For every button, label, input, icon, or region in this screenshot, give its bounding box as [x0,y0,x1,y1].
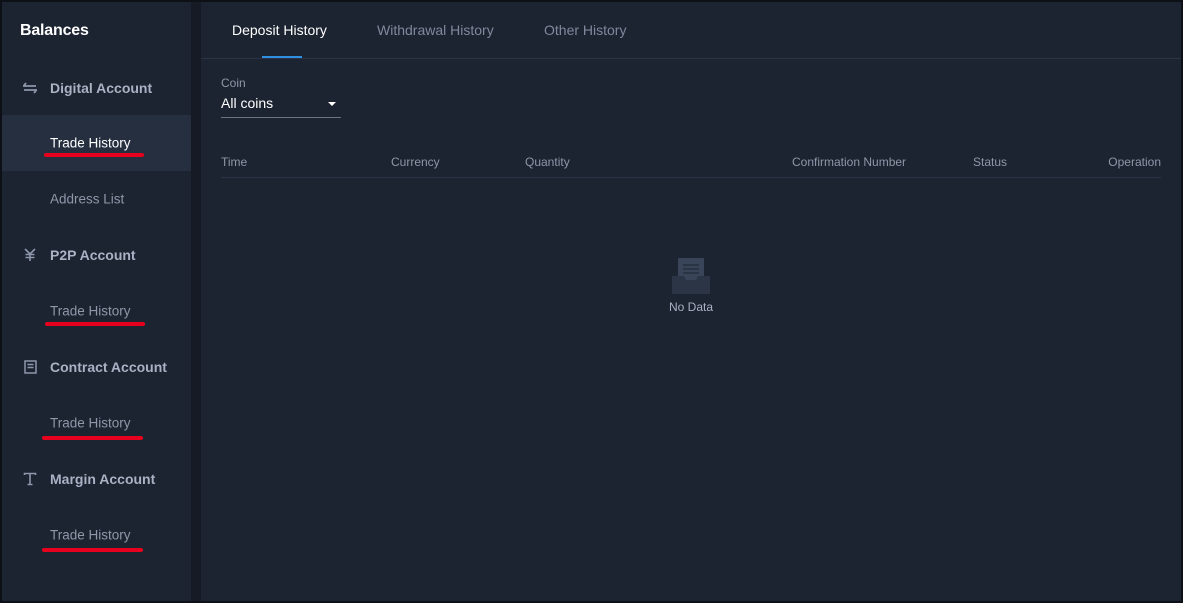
sidebar-item-label: Trade History [50,527,131,543]
section-label: Contract Account [50,359,167,375]
sidebar-item-label: Trade History [50,135,131,151]
tab-bar: Deposit History Withdrawal History Other… [201,2,1181,59]
sidebar-item-label: Trade History [50,415,131,431]
section-label: P2P Account [50,247,136,263]
table-header: Time Currency Quantity Confirmation Numb… [221,152,1161,178]
section-margin-account[interactable]: Margin Account [2,451,191,507]
annotation-underline [44,153,144,157]
empty-inbox-icon [672,258,710,294]
active-tab-indicator [262,56,302,58]
column-header-time: Time [221,155,248,169]
column-header-confirmation-number: Confirmation Number [792,155,907,169]
text-t-icon [22,471,38,487]
caret-down-icon [328,102,336,106]
sidebar-title: Balances [20,22,89,39]
main-panel: Deposit History Withdrawal History Other… [201,2,1181,601]
section-p2p-account[interactable]: P2P Account [2,227,191,283]
column-header-status: Status [973,155,1008,169]
section-contract-account[interactable]: Contract Account [2,339,191,395]
tab-other-history[interactable]: Other History [544,22,626,38]
sidebar-item-label: Address List [50,191,125,207]
sidebar-item-trade-history[interactable]: Trade History [2,507,191,563]
sidebar-item-trade-history[interactable]: Trade History [2,395,191,451]
sidebar-item-address-list[interactable]: Address List [2,171,191,227]
column-header-currency: Currency [391,155,440,169]
coin-select-value: All coins [221,95,274,111]
sidebar-item-label: Trade History [50,303,131,319]
sidebar: Balances Digital Account Trade History A… [2,2,191,601]
coin-filter-label: Coin [221,76,246,90]
column-header-operation: Operation [1108,155,1161,169]
annotation-underline [42,548,143,552]
section-digital-account[interactable]: Digital Account [2,60,191,116]
section-label: Digital Account [50,80,153,96]
transfer-arrows-icon [22,80,38,96]
empty-state-text: No Data [668,300,714,314]
sidebar-item-trade-history[interactable]: Trade History [2,283,191,339]
sidebar-item-trade-history[interactable]: Trade History [2,115,191,171]
tab-withdrawal-history[interactable]: Withdrawal History [377,22,494,38]
annotation-underline [42,436,143,440]
annotation-underline [45,322,145,326]
receipt-icon [22,359,38,375]
tab-deposit-history[interactable]: Deposit History [232,22,327,38]
coin-select[interactable]: All coins [221,94,341,118]
column-header-quantity: Quantity [525,155,570,169]
gutter [191,2,201,601]
yen-icon [22,247,38,263]
section-label: Margin Account [50,471,156,487]
